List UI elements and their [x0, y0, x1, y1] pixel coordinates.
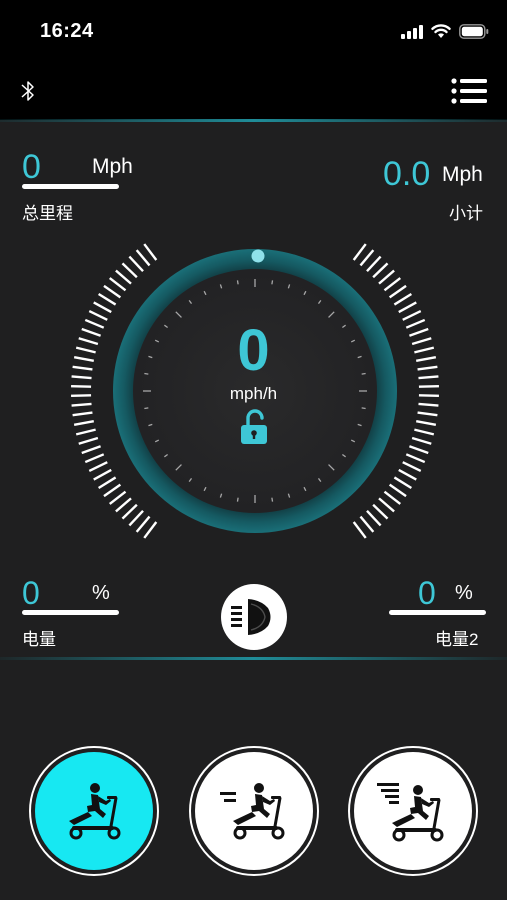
gauge-inner-tick	[236, 280, 239, 285]
total-mileage-bar	[22, 184, 119, 189]
gauge-outer-tick	[359, 515, 375, 533]
battery2-label: 电量2	[435, 630, 479, 649]
gauge-outer-tick	[402, 310, 422, 321]
battery1-value: 0	[22, 575, 40, 611]
gauge-outer-tick	[88, 461, 108, 472]
gauge-needle-dot	[251, 249, 265, 263]
gauge-outer-tick	[398, 468, 417, 481]
wifi-icon	[431, 24, 451, 38]
speed-unit: mph/h	[229, 384, 278, 403]
gauge-outer-tick	[415, 419, 437, 427]
battery1-bar	[22, 610, 119, 615]
total-mileage-label: 总里程	[22, 204, 73, 223]
battery2-unit: %	[455, 582, 473, 604]
gauge-inner-tick	[271, 280, 274, 285]
gauge-outer-tick	[88, 310, 108, 321]
gauge-outer-tick	[78, 436, 99, 445]
gauge-outer-tick	[108, 490, 127, 505]
headlight-icon	[231, 599, 271, 635]
gauge-outer-tick	[75, 428, 96, 436]
headlight-button[interactable]	[221, 584, 287, 650]
gauge-outer-tick	[418, 402, 439, 407]
unlocked-padlock-icon[interactable]	[239, 408, 269, 446]
gauge-outer-tick	[103, 284, 122, 299]
gauge-inner-tick	[144, 407, 149, 410]
mode-2-button[interactable]	[189, 746, 319, 876]
gauge-outer-tick	[143, 243, 158, 261]
mode-1-button[interactable]	[29, 746, 159, 876]
gauge-outer-tick	[366, 510, 382, 527]
gauge-outer-tick	[71, 402, 92, 407]
gauge-outer-tick	[97, 293, 117, 306]
gauge-inner-tick	[361, 407, 366, 410]
status-icons	[401, 24, 489, 39]
gauge-outer-tick	[121, 262, 138, 279]
gauge-outer-tick	[366, 255, 382, 272]
gauge-outer-tick	[115, 497, 132, 513]
gauge-outer-tick	[372, 503, 389, 520]
gauge-outer-tick	[81, 445, 101, 455]
gauge-outer-tick	[103, 483, 122, 498]
bluetooth-icon[interactable]	[18, 79, 38, 103]
trip-label: 小计	[449, 204, 483, 223]
gauge-outer-tick	[108, 277, 127, 292]
scooter-rider-fast-icon	[220, 783, 285, 840]
speed-value: 0	[237, 318, 270, 383]
total-mileage-value: 0	[22, 148, 41, 186]
gauge-outer-tick	[378, 497, 395, 513]
gauge-outer-tick	[372, 262, 389, 279]
gauge-outer-tick	[409, 445, 429, 455]
top-navbar	[0, 62, 507, 120]
gauge-outer-tick	[383, 490, 402, 505]
gauge-outer-tick	[388, 483, 407, 498]
header-divider	[0, 119, 507, 122]
trip-value: 0.0	[383, 155, 431, 193]
gauge-outer-tick	[97, 476, 117, 489]
gauge-outer-tick	[121, 503, 138, 520]
battery2-value: 0	[418, 575, 436, 611]
gauge-outer-tick	[115, 269, 132, 285]
battery1-unit: %	[92, 582, 110, 604]
gauge-outer-tick	[411, 436, 432, 445]
gauge-outer-tick	[93, 468, 112, 481]
gauge-outer-tick	[405, 453, 426, 464]
gauge-outer-tick	[352, 243, 367, 261]
status-bar: 16:24	[0, 0, 507, 62]
gauge-outer-tick	[417, 411, 438, 417]
gauge-outer-tick	[388, 284, 407, 299]
gauge-outer-tick	[352, 521, 367, 539]
list-menu-icon[interactable]	[451, 77, 487, 105]
gauge-outer-tick	[143, 521, 158, 539]
gauge-outer-tick	[135, 249, 151, 267]
gauge-outer-tick	[73, 419, 95, 427]
battery-icon	[459, 24, 489, 39]
cellular-signal-icon	[401, 24, 423, 39]
gauge-outer-tick	[128, 255, 144, 272]
scooter-rider-fastest-icon	[377, 783, 444, 842]
gauge-outer-tick	[359, 249, 375, 267]
gauge-inner-tick	[271, 497, 274, 502]
scooter-rider-icon	[69, 783, 121, 840]
gauge-outer-tick	[402, 461, 422, 472]
gauge-outer-tick	[393, 476, 413, 489]
gauge-outer-tick	[414, 428, 435, 436]
gauge-outer-tick	[383, 277, 402, 292]
trip-unit: Mph	[442, 163, 483, 186]
gauge-outer-tick	[378, 269, 395, 285]
gauge-outer-tick	[398, 301, 417, 314]
status-time: 16:24	[40, 20, 94, 42]
gauge-outer-tick	[93, 301, 112, 314]
bottom-divider	[0, 657, 507, 660]
mode-3-button[interactable]	[348, 746, 478, 876]
gauge-outer-tick	[84, 453, 105, 464]
gauge-outer-tick	[72, 411, 93, 417]
gauge-inner-tick	[236, 497, 239, 502]
total-mileage-unit: Mph	[92, 155, 133, 178]
gauge-outer-tick	[128, 510, 144, 527]
gauge-outer-tick	[135, 515, 151, 533]
battery2-bar	[389, 610, 486, 615]
gauge-outer-tick	[393, 293, 413, 306]
battery1-label: 电量	[22, 630, 56, 649]
